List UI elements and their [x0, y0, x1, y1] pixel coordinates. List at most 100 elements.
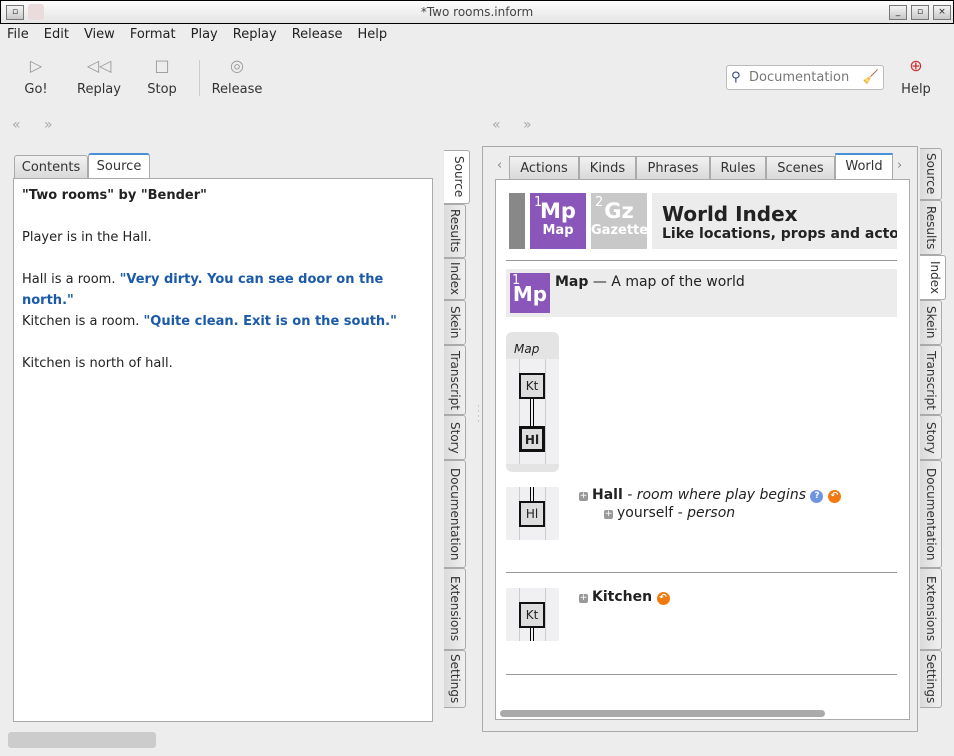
source-text: Hall is a room.: [22, 272, 120, 287]
source-text: Kitchen is a room.: [22, 314, 144, 329]
left-side-tab-results[interactable]: Results: [444, 204, 466, 258]
mini-map-label: Map: [514, 342, 540, 356]
menu-help[interactable]: Help: [358, 25, 388, 47]
left-side-tab-index[interactable]: Index: [444, 258, 466, 300]
hall-desc: - room where play begins: [622, 487, 806, 503]
left-side-tab-skein[interactable]: Skein: [444, 300, 466, 345]
help-icon[interactable]: ?: [810, 490, 824, 503]
kitchen-map-thumb: Kt: [506, 588, 559, 641]
tab-scenes[interactable]: Scenes: [766, 156, 835, 180]
left-side-tab-settings[interactable]: Settings: [444, 650, 466, 708]
replay-label: Replay: [77, 82, 121, 97]
go-label: Go!: [24, 82, 48, 97]
help-button[interactable]: ⊕ Help: [886, 56, 946, 97]
menu-view[interactable]: View: [84, 25, 115, 47]
search-placeholder: Documentation: [749, 70, 850, 85]
close-button[interactable]: ×: [933, 5, 951, 20]
section-number: 1: [512, 273, 521, 288]
menu-play[interactable]: Play: [191, 25, 218, 47]
right-side-tab-skein[interactable]: Skein: [920, 300, 942, 345]
tab-contents[interactable]: Contents: [14, 155, 88, 179]
menu-file[interactable]: File: [7, 25, 29, 47]
tab-rules[interactable]: Rules: [710, 156, 766, 180]
window-title: *Two rooms.inform: [420, 5, 534, 19]
search-icon: ⚲: [731, 70, 741, 85]
status-progress-bar: [8, 732, 156, 748]
tab-kinds[interactable]: Kinds: [579, 156, 636, 180]
page-title: World Index: [662, 202, 798, 226]
map-room-kitchen[interactable]: Kt: [519, 373, 545, 399]
object-name: yourself: [617, 505, 674, 521]
menu-release[interactable]: Release: [292, 25, 343, 47]
map-badge[interactable]: 1 Mp: [510, 273, 550, 313]
tabs-scroll-right-icon[interactable]: ›: [897, 158, 902, 173]
hall-name[interactable]: Hall: [592, 487, 623, 503]
tab-phrases[interactable]: Phrases: [636, 156, 710, 180]
menu-edit[interactable]: Edit: [44, 25, 69, 47]
gazetteer-section-link[interactable]: 2 Gz Gazetteer: [591, 193, 647, 249]
right-back-icon[interactable]: «: [492, 117, 501, 133]
section-number: 1: [534, 195, 543, 210]
divider: [506, 572, 897, 573]
map-room-hall[interactable]: Hl: [519, 426, 545, 452]
replay-button[interactable]: ◁◁ Replay: [69, 56, 129, 97]
tabs-scroll-left-icon[interactable]: ‹: [497, 158, 502, 173]
tab-world[interactable]: World: [835, 153, 893, 180]
toolbar-separator: [199, 60, 200, 96]
right-side-tab-results[interactable]: Results: [920, 200, 942, 255]
divider: [506, 674, 897, 675]
source-line: Hall is a room. "Very dirty. You can see…: [22, 269, 424, 311]
clear-broom-icon[interactable]: 🧹: [863, 66, 879, 89]
horizontal-scrollbar[interactable]: [500, 710, 825, 717]
right-side-tab-documentation[interactable]: Documentation: [920, 460, 942, 568]
go-to-source-icon[interactable]: ↶: [827, 490, 841, 503]
right-side-tab-settings[interactable]: Settings: [920, 650, 942, 708]
release-button[interactable]: ◎ Release: [207, 56, 267, 97]
expand-icon[interactable]: +: [604, 510, 613, 519]
maximize-button[interactable]: ▫: [911, 5, 929, 20]
expand-icon[interactable]: +: [579, 594, 588, 603]
pane-splitter-handle[interactable]: · · · ·: [477, 403, 480, 427]
hall-map-thumb: Hl: [506, 487, 559, 540]
menu-bar: File Edit View Format Play Replay Releas…: [0, 25, 402, 47]
map-connection: [530, 397, 534, 427]
disc-icon: ◎: [230, 56, 244, 75]
left-side-tab-documentation[interactable]: Documentation: [444, 460, 466, 568]
source-editor[interactable]: "Two rooms" by "Bender" Player is in the…: [13, 178, 433, 722]
help-label: Help: [901, 82, 931, 97]
map-section-link[interactable]: 1 Mp Map: [530, 193, 586, 249]
tab-source[interactable]: Source: [88, 153, 150, 179]
map-room-kitchen: Kt: [519, 602, 545, 628]
source-quote: "Quite clean. Exit is on the south.": [143, 314, 397, 329]
left-forward-icon[interactable]: »: [44, 117, 53, 133]
go-button[interactable]: ▷ Go!: [6, 56, 66, 97]
right-side-tab-story[interactable]: Story: [920, 415, 942, 460]
right-side-tab-index[interactable]: Index: [920, 255, 946, 300]
menu-replay[interactable]: Replay: [233, 25, 277, 47]
map-row: 1 Mp Map — A map of the world: [506, 269, 897, 317]
right-side-tab-extensions[interactable]: Extensions: [920, 568, 942, 650]
source-line: Kitchen is a room. "Quite clean. Exit is…: [22, 311, 424, 332]
minimize-button[interactable]: _: [889, 5, 907, 20]
right-side-tab-source[interactable]: Source: [920, 148, 942, 200]
divider: [506, 260, 897, 261]
kitchen-name[interactable]: Kitchen: [592, 589, 652, 605]
left-side-tab-source[interactable]: Source: [444, 150, 470, 204]
left-back-icon[interactable]: «: [12, 117, 21, 133]
left-side-tab-transcript[interactable]: Transcript: [444, 345, 466, 415]
go-to-source-icon[interactable]: ↶: [656, 592, 670, 605]
right-forward-icon[interactable]: »: [523, 117, 532, 133]
menu-format[interactable]: Format: [130, 25, 176, 47]
source-line: "Two rooms" by "Bender": [22, 188, 207, 203]
lifebuoy-icon: ⊕: [909, 56, 923, 75]
stop-icon: □: [154, 56, 170, 75]
stop-button[interactable]: □ Stop: [132, 56, 192, 97]
right-side-tab-transcript[interactable]: Transcript: [920, 345, 942, 415]
tab-actions[interactable]: Actions: [509, 156, 579, 180]
left-side-tab-story[interactable]: Story: [444, 415, 466, 460]
kitchen-entry: + Kitchen ↶: [579, 589, 670, 605]
documentation-search-input[interactable]: ⚲ Documentation 🧹: [726, 65, 884, 90]
expand-icon[interactable]: +: [579, 492, 588, 501]
header-bar: [509, 193, 525, 249]
left-side-tab-extensions[interactable]: Extensions: [444, 568, 466, 650]
